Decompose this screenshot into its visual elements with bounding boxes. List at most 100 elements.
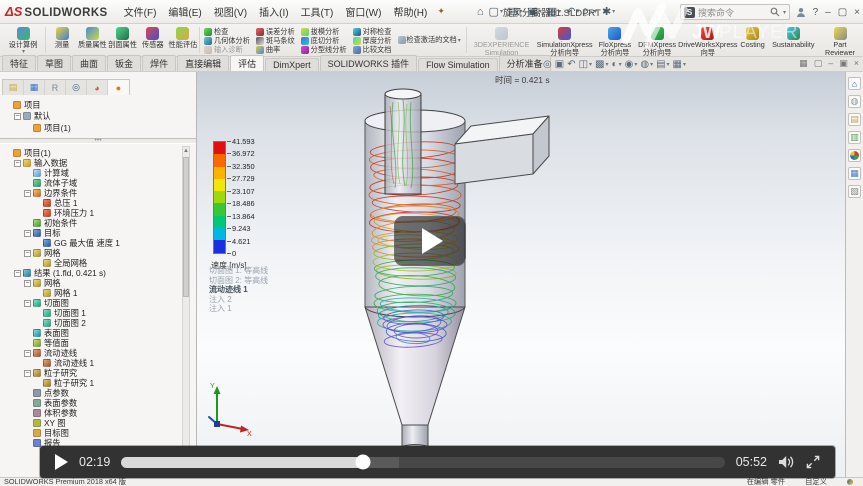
tree-item-网格[interactable]: −网格 — [0, 248, 182, 258]
tab-曲面[interactable]: 曲面 — [72, 55, 106, 71]
ribbon-item-compare-documents-icon[interactable]: 比较文档 — [353, 45, 392, 54]
ribbon-button-dfmxpress-icon[interactable]: DFMXpress 分析向导 — [636, 25, 678, 55]
tree-item-目标图[interactable]: 目标图 — [0, 428, 182, 438]
tree-item-流动迹线[interactable]: −流动迹线 — [0, 348, 182, 358]
tree-item-切面图[interactable]: −切面图 — [0, 298, 182, 308]
display-style-icon[interactable]: ◐▾ — [612, 59, 622, 70]
tree-item-计算域[interactable]: 计算域 — [0, 168, 182, 178]
tree-item-项目[interactable]: 项目 — [0, 99, 196, 111]
file-explorer-icon[interactable]: ▥ — [848, 131, 861, 144]
restore-doc-icon[interactable]: ▣ — [839, 58, 848, 69]
viewport-layout-icon[interactable]: ▦ — [799, 58, 808, 69]
propertymanager-tab[interactable]: ▦ — [24, 80, 45, 95]
tree-item-等值面[interactable]: 等值面 — [0, 338, 182, 348]
tree-item-网格 1[interactable]: 网格 1 — [0, 288, 182, 298]
zoom-to-fit-icon[interactable]: ◎ — [543, 59, 552, 70]
player-scrub-handle[interactable] — [355, 455, 370, 470]
expander-icon[interactable]: − — [24, 280, 31, 287]
tree-item-粒子研究 1[interactable]: 粒子研究 1 — [0, 378, 182, 388]
restore-icon[interactable]: ▢ — [838, 7, 847, 18]
forum-icon[interactable]: ▧ — [848, 185, 861, 198]
expander-icon[interactable]: − — [14, 270, 21, 277]
tab-焊件[interactable]: 焊件 — [142, 55, 176, 71]
tab-SOLIDWORKS 插件[interactable]: SOLIDWORKS 插件 — [320, 55, 418, 71]
ribbon-button-sensor-icon[interactable]: 传感器 — [138, 25, 168, 55]
tree-item-点参数[interactable]: 点参数 — [0, 388, 182, 398]
menu-item-0[interactable]: 文件(F) — [118, 4, 163, 19]
tree-item-切面图 2[interactable]: 切面图 2 — [0, 318, 182, 328]
tree-item-网格[interactable]: −网格 — [0, 278, 182, 288]
tree-item-XY 图[interactable]: XY 图 — [0, 418, 182, 428]
tree-item-结果 (1.fld, 0.421 s)[interactable]: −结果 (1.fld, 0.421 s) — [0, 268, 182, 278]
dimxpertmanager-tab[interactable]: ◎ — [66, 80, 87, 95]
expander-icon[interactable]: − — [24, 350, 31, 357]
minimize-doc-icon[interactable]: – — [828, 58, 833, 69]
flow-simulation-tab[interactable]: ● — [108, 80, 129, 95]
ribbon-item-check-active[interactable]: 检查激活的文档▾ — [394, 25, 464, 55]
tree-item-环境压力 1[interactable]: 环境压力 1 — [0, 208, 182, 218]
hide-show-items-icon[interactable]: ◉▾ — [625, 59, 638, 70]
menu-item-5[interactable]: 窗口(W) — [339, 4, 387, 19]
ribbon-button-measure-icon[interactable]: 测量 — [47, 25, 77, 55]
graphics-viewport[interactable]: 时间 = 0.421 s 41.59336.97232.35027.72923.… — [197, 72, 845, 477]
close-doc-icon[interactable]: × — [854, 58, 859, 69]
zoom-to-area-icon[interactable]: ▣ — [555, 59, 564, 70]
edit-appearance-icon[interactable]: ◍▾ — [640, 59, 653, 70]
design-library-icon[interactable]: ▤ — [848, 113, 861, 126]
tree-item-边界条件[interactable]: −边界条件 — [0, 188, 182, 198]
tree-item-初始条件[interactable]: 初始条件 — [0, 218, 182, 228]
magnifier-icon[interactable] — [770, 7, 780, 17]
ribbon-item-import-diagnostics-icon[interactable]: 输入诊断 — [204, 45, 250, 54]
tree-item-输入数据[interactable]: −输入数据 — [0, 158, 182, 168]
status-gear-icon[interactable] — [847, 479, 853, 485]
featuremanager-tab[interactable]: ▤ — [3, 80, 24, 95]
tab-Flow Simulation[interactable]: Flow Simulation — [418, 58, 498, 71]
ribbon-button-sustainability-icon[interactable]: Sustainability — [768, 25, 819, 55]
tree-item-流体子域[interactable]: 流体子域 — [0, 178, 182, 188]
command-search[interactable]: S 搜索命令 ▾ — [680, 4, 790, 20]
ribbon-item-parting-line-analysis-icon[interactable]: 分型线分析 — [301, 45, 347, 54]
customize-label[interactable]: 自定义 — [805, 477, 827, 486]
tab-特征[interactable]: 特征 — [2, 55, 36, 71]
home-tab-icon[interactable]: ⌂ — [848, 77, 861, 90]
minimize-icon[interactable]: – — [825, 7, 831, 18]
ribbon-button-performance-evaluation-icon[interactable]: 性能评估 — [168, 25, 198, 55]
custom-properties-icon[interactable]: ▦ — [848, 167, 861, 180]
fullscreen-icon[interactable] — [806, 455, 820, 469]
volume-icon[interactable] — [778, 455, 795, 469]
view-orientation-icon[interactable]: ▩▾ — [595, 59, 608, 70]
tab-DimXpert[interactable]: DimXpert — [265, 58, 319, 71]
appearances-icon[interactable] — [848, 149, 861, 162]
ribbon-button-driveworksxpress-icon[interactable]: DriveWorksXpress 向导 — [678, 25, 737, 55]
expander-icon[interactable]: − — [14, 113, 21, 120]
tree-item-项目(1)[interactable]: 项目(1) — [0, 148, 182, 158]
ribbon-button-floxpress-icon[interactable]: FloXpress 分析向导 — [594, 25, 636, 55]
tree-item-全局网格[interactable]: 全局网格 — [0, 258, 182, 268]
menu-item-3[interactable]: 插入(I) — [253, 4, 294, 19]
configurationmanager-tab[interactable]: R — [45, 80, 66, 95]
view-settings-icon[interactable]: ▦▾ — [673, 59, 686, 70]
expander-icon[interactable]: − — [24, 190, 31, 197]
tree-scrollbar[interactable]: ▲ — [182, 146, 190, 447]
tree-item-默认[interactable]: −默认 — [0, 111, 196, 123]
menu-item-4[interactable]: 工具(T) — [295, 4, 340, 19]
menu-item-6[interactable]: 帮助(H) — [387, 4, 433, 19]
expander-icon[interactable]: − — [14, 160, 21, 167]
ribbon-button-design-study-icon[interactable]: 设计算例▾ — [2, 25, 44, 55]
ribbon-button-section-properties-icon[interactable]: 剖面属性 — [107, 25, 137, 55]
tree-item-表面参数[interactable]: 表面参数 — [0, 398, 182, 408]
ribbon-item-curvature-icon[interactable]: 曲率 — [256, 45, 295, 54]
menu-item-2[interactable]: 视图(V) — [208, 4, 253, 19]
3dexperience-icon[interactable]: ◍ — [848, 95, 861, 108]
ribbon-button-simulationxpress-icon[interactable]: SimulationXpress 分析向导 — [535, 25, 594, 55]
tab-草图[interactable]: 草图 — [37, 55, 71, 71]
expander-icon[interactable]: − — [24, 300, 31, 307]
tab-直接编辑[interactable]: 直接编辑 — [177, 55, 229, 71]
apply-scene-icon[interactable]: ▤▾ — [656, 59, 669, 70]
ribbon-button-3dexperience-connector-icon[interactable]: 3DEXPERIENCE Simulation Connector — [468, 25, 536, 55]
menu-item-1[interactable]: 编辑(E) — [162, 4, 207, 19]
search-caret-icon[interactable]: ▾ — [783, 9, 786, 16]
video-play-overlay[interactable] — [394, 216, 466, 266]
expander-icon[interactable]: − — [24, 230, 31, 237]
previous-view-icon[interactable]: ↶ — [567, 59, 575, 70]
